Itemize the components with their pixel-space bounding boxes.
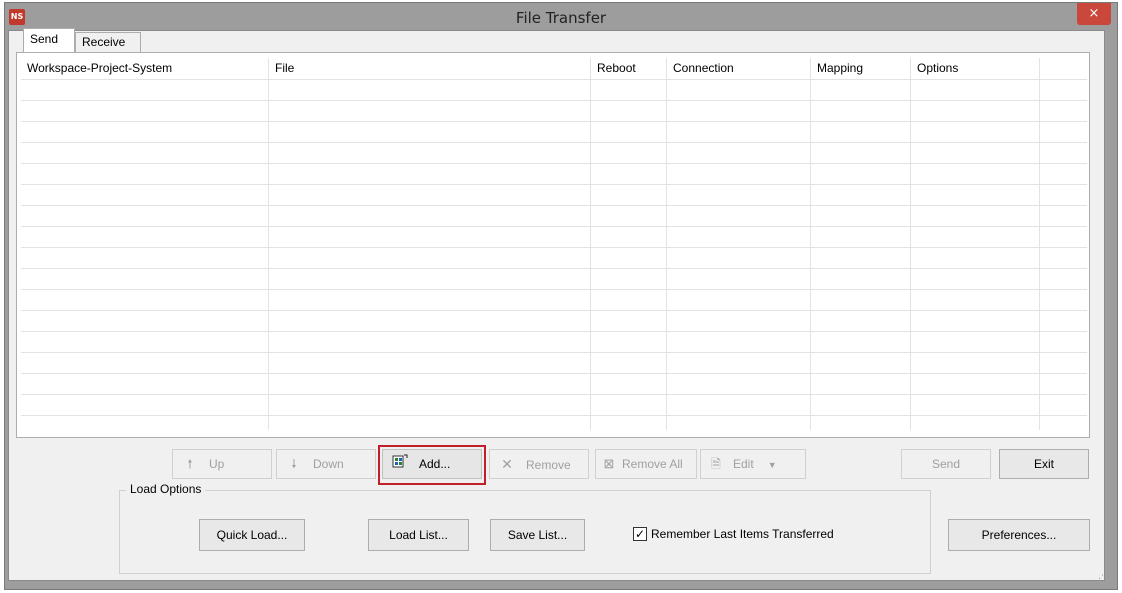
tab-receive[interactable]: Receive <box>75 32 141 52</box>
exit-button[interactable]: Exit <box>999 449 1089 479</box>
add-button-highlight <box>378 445 486 485</box>
table-row[interactable] <box>21 122 1087 143</box>
table-row[interactable] <box>21 290 1087 311</box>
remove-all-button[interactable]: ⊠ Remove All <box>595 449 697 479</box>
arrow-up-icon: 🠕 <box>187 457 193 471</box>
tab-send[interactable]: Send <box>23 28 75 52</box>
remove-all-icon: ⊠ <box>603 456 615 471</box>
header-row <box>21 58 1087 80</box>
table-row[interactable] <box>21 395 1087 416</box>
remember-checkbox-label[interactable]: Remember Last Items Transferred <box>651 527 834 541</box>
table-row[interactable] <box>21 185 1087 206</box>
chevron-down-icon[interactable]: ▼ <box>768 460 777 470</box>
load-list-button[interactable]: Load List... <box>368 519 469 551</box>
remove-label: Remove <box>526 458 571 472</box>
remember-checkbox[interactable]: ✓ <box>633 527 647 541</box>
arrow-down-icon: 🠗 <box>291 457 297 471</box>
save-list-button[interactable]: Save List... <box>490 519 585 551</box>
quick-load-button[interactable]: Quick Load... <box>199 519 305 551</box>
table-row[interactable] <box>21 80 1087 101</box>
load-options-label: Load Options <box>126 482 206 496</box>
close-button[interactable]: × <box>1077 3 1111 25</box>
down-label: Down <box>313 457 344 471</box>
table-row[interactable] <box>21 164 1087 185</box>
table-row[interactable] <box>21 143 1087 164</box>
table-row[interactable] <box>21 101 1087 122</box>
transfer-list-grid[interactable]: Workspace-Project-System File Reboot Con… <box>21 58 1087 434</box>
down-button[interactable]: 🠗 Down <box>276 449 376 479</box>
table-row[interactable] <box>21 206 1087 227</box>
window-title: File Transfer <box>515 9 607 27</box>
resize-grip-icon[interactable]: ⋰ <box>1098 571 1108 581</box>
remove-icon: ✕ <box>501 456 513 472</box>
table-row[interactable] <box>21 332 1087 353</box>
table-row[interactable] <box>21 269 1087 290</box>
table-row[interactable] <box>21 311 1087 332</box>
preferences-button[interactable]: Preferences... <box>948 519 1090 551</box>
table-row[interactable] <box>21 227 1087 248</box>
up-label: Up <box>209 457 225 471</box>
remove-button[interactable]: ✕ Remove <box>489 449 589 479</box>
remove-all-label: Remove All <box>622 457 683 471</box>
edit-label: Edit <box>733 457 754 471</box>
table-row[interactable] <box>21 353 1087 374</box>
table-row[interactable] <box>21 248 1087 269</box>
title-bar[interactable]: NS File Transfer × <box>5 3 1117 33</box>
table-row[interactable] <box>21 374 1087 395</box>
send-button[interactable]: Send <box>901 449 991 479</box>
edit-button[interactable]: 🗎 Edit ▼ <box>700 449 806 479</box>
edit-icon: 🗎 <box>711 457 721 471</box>
up-button[interactable]: 🠕 Up <box>172 449 272 479</box>
